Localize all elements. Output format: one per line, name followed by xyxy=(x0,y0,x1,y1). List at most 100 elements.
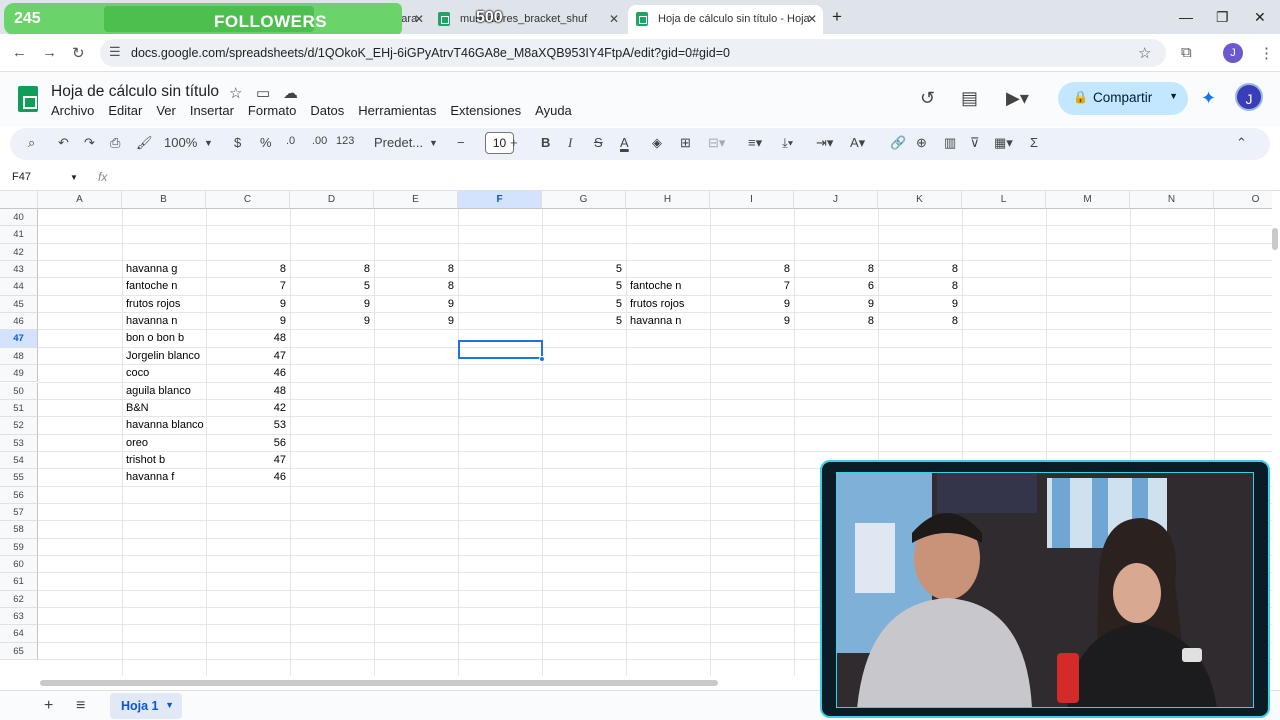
print-icon[interactable]: ⎙ xyxy=(110,135,120,151)
cell-c52[interactable]: 53 xyxy=(206,417,290,434)
functions-icon[interactable]: Σ xyxy=(1030,135,1038,150)
selected-cell-outline[interactable] xyxy=(458,340,543,359)
cell-d46[interactable]: 9 xyxy=(290,313,374,330)
sheet-tab-hoja-1[interactable]: Hoja 1 ▼ xyxy=(110,693,182,719)
menu-formato[interactable]: Formato xyxy=(248,103,296,118)
decrease-decimal-button[interactable]: .0 xyxy=(286,135,295,147)
cell-b46[interactable]: havanna n xyxy=(122,313,206,330)
undo-icon[interactable]: ↶ xyxy=(58,135,69,151)
cell-d43[interactable]: 8 xyxy=(290,261,374,278)
font-size-increase-icon[interactable]: + xyxy=(510,135,518,150)
column-header-c[interactable]: C xyxy=(206,191,290,209)
corner-select-all[interactable] xyxy=(0,191,38,209)
font-size-decrease-icon[interactable]: − xyxy=(457,135,465,150)
cell-b47[interactable]: bon o bon b xyxy=(122,330,206,347)
reload-icon[interactable]: ↻ xyxy=(72,44,85,62)
fill-color-icon[interactable]: ◈ xyxy=(652,135,662,151)
currency-button[interactable]: $ xyxy=(234,135,241,150)
move-folder-icon[interactable]: ▭ xyxy=(256,84,270,102)
filter-icon[interactable]: ⊽ xyxy=(970,135,980,151)
cell-h45[interactable]: frutos rojos xyxy=(626,296,710,313)
cell-i45[interactable]: 9 xyxy=(710,296,794,313)
menu-insertar[interactable]: Insertar xyxy=(190,103,234,118)
menu-datos[interactable]: Datos xyxy=(310,103,344,118)
bold-button[interactable]: B xyxy=(541,135,550,150)
menu-ver[interactable]: Ver xyxy=(156,103,176,118)
cell-d45[interactable]: 9 xyxy=(290,296,374,313)
number-format-button[interactable]: 123 xyxy=(336,135,354,147)
profile-avatar[interactable]: J xyxy=(1223,43,1243,63)
font-select[interactable]: Predet... xyxy=(374,135,423,150)
column-header-n[interactable]: N xyxy=(1130,191,1214,209)
insert-chart-icon[interactable]: ▥ xyxy=(944,135,956,151)
italic-button[interactable]: I xyxy=(568,135,572,151)
redo-icon[interactable]: ↷ xyxy=(84,135,95,151)
close-window-icon[interactable]: ✕ xyxy=(1254,9,1266,26)
row-header-49[interactable]: 49 xyxy=(0,365,38,383)
cell-c45[interactable]: 9 xyxy=(206,296,290,313)
chevron-down-icon[interactable]: ▼ xyxy=(1169,91,1178,101)
cell-g46[interactable]: 5 xyxy=(542,313,626,330)
new-tab-icon[interactable]: + xyxy=(832,7,842,27)
menu-ayuda[interactable]: Ayuda xyxy=(535,103,572,118)
row-header-43[interactable]: 43 xyxy=(0,261,38,279)
text-wrap-icon[interactable]: ⇥▾ xyxy=(816,135,833,151)
text-color-button[interactable]: A xyxy=(620,135,629,150)
row-header-56[interactable]: 56 xyxy=(0,486,38,504)
cell-c49[interactable]: 46 xyxy=(206,365,290,382)
row-header-50[interactable]: 50 xyxy=(0,382,38,400)
cell-c53[interactable]: 56 xyxy=(206,435,290,452)
percent-button[interactable]: % xyxy=(260,135,272,150)
column-header-g[interactable]: G xyxy=(542,191,626,209)
star-icon[interactable]: ☆ xyxy=(229,84,242,102)
document-title[interactable]: Hoja de cálculo sin título xyxy=(51,83,219,101)
row-header-48[interactable]: 48 xyxy=(0,347,38,366)
chevron-down-icon[interactable]: ▼ xyxy=(204,138,213,148)
cell-j46[interactable]: 8 xyxy=(794,313,878,330)
text-rotation-icon[interactable]: A▾ xyxy=(850,135,865,151)
row-header-55[interactable]: 55 xyxy=(0,469,38,487)
column-header-m[interactable]: M xyxy=(1046,191,1130,209)
chevron-down-icon[interactable]: ▼ xyxy=(165,700,174,710)
borders-icon[interactable]: ⊞ xyxy=(680,135,691,151)
row-header-41[interactable]: 41 xyxy=(0,226,38,244)
extensions-icon[interactable]: ⧉ xyxy=(1181,44,1192,61)
cell-c46[interactable]: 9 xyxy=(206,313,290,330)
cell-b44[interactable]: fantoche n xyxy=(122,278,206,295)
avatar[interactable]: J xyxy=(1235,83,1263,111)
cell-e46[interactable]: 9 xyxy=(374,313,458,330)
paint-format-icon[interactable]: 🖌 xyxy=(136,135,153,151)
cell-j44[interactable]: 6 xyxy=(794,278,878,295)
row-header-45[interactable]: 45 xyxy=(0,295,38,314)
column-header-l[interactable]: L xyxy=(962,191,1046,209)
zoom-select[interactable]: 100% xyxy=(164,135,197,150)
column-header-e[interactable]: E xyxy=(374,191,458,209)
cell-c54[interactable]: 47 xyxy=(206,452,290,469)
cell-k44[interactable]: 8 xyxy=(878,278,962,295)
url-field[interactable]: ☰ docs.google.com/spreadsheets/d/1QOkoK_… xyxy=(100,39,1166,67)
fill-handle[interactable] xyxy=(539,356,545,362)
cell-h44[interactable]: fantoche n xyxy=(626,278,710,295)
cell-c47[interactable]: 48 xyxy=(206,330,290,347)
menu-archivo[interactable]: Archivo xyxy=(51,103,94,118)
cell-h46[interactable]: havanna n xyxy=(626,313,710,330)
cell-e43[interactable]: 8 xyxy=(374,261,458,278)
row-header-62[interactable]: 62 xyxy=(0,590,38,609)
menu-kebab-icon[interactable]: ⋮ xyxy=(1259,44,1274,62)
cell-j45[interactable]: 9 xyxy=(794,296,878,313)
row-header-54[interactable]: 54 xyxy=(0,451,38,470)
row-header-60[interactable]: 60 xyxy=(0,556,38,574)
cell-c43[interactable]: 8 xyxy=(206,261,290,278)
row-header-46[interactable]: 46 xyxy=(0,313,38,331)
row-header-40[interactable]: 40 xyxy=(0,209,38,227)
bookmark-star-icon[interactable]: ☆ xyxy=(1138,44,1151,62)
cell-b50[interactable]: aguila blanco xyxy=(122,383,206,400)
cell-e44[interactable]: 8 xyxy=(374,278,458,295)
row-header-61[interactable]: 61 xyxy=(0,573,38,591)
cell-c55[interactable]: 46 xyxy=(206,469,290,486)
browser-tab-3[interactable]: Hoja de cálculo sin título - Hoja ✕ xyxy=(628,5,823,34)
gemini-icon[interactable]: ✦ xyxy=(1201,88,1216,109)
cell-b45[interactable]: frutos rojos xyxy=(122,296,206,313)
row-header-63[interactable]: 63 xyxy=(0,608,38,626)
cell-c44[interactable]: 7 xyxy=(206,278,290,295)
